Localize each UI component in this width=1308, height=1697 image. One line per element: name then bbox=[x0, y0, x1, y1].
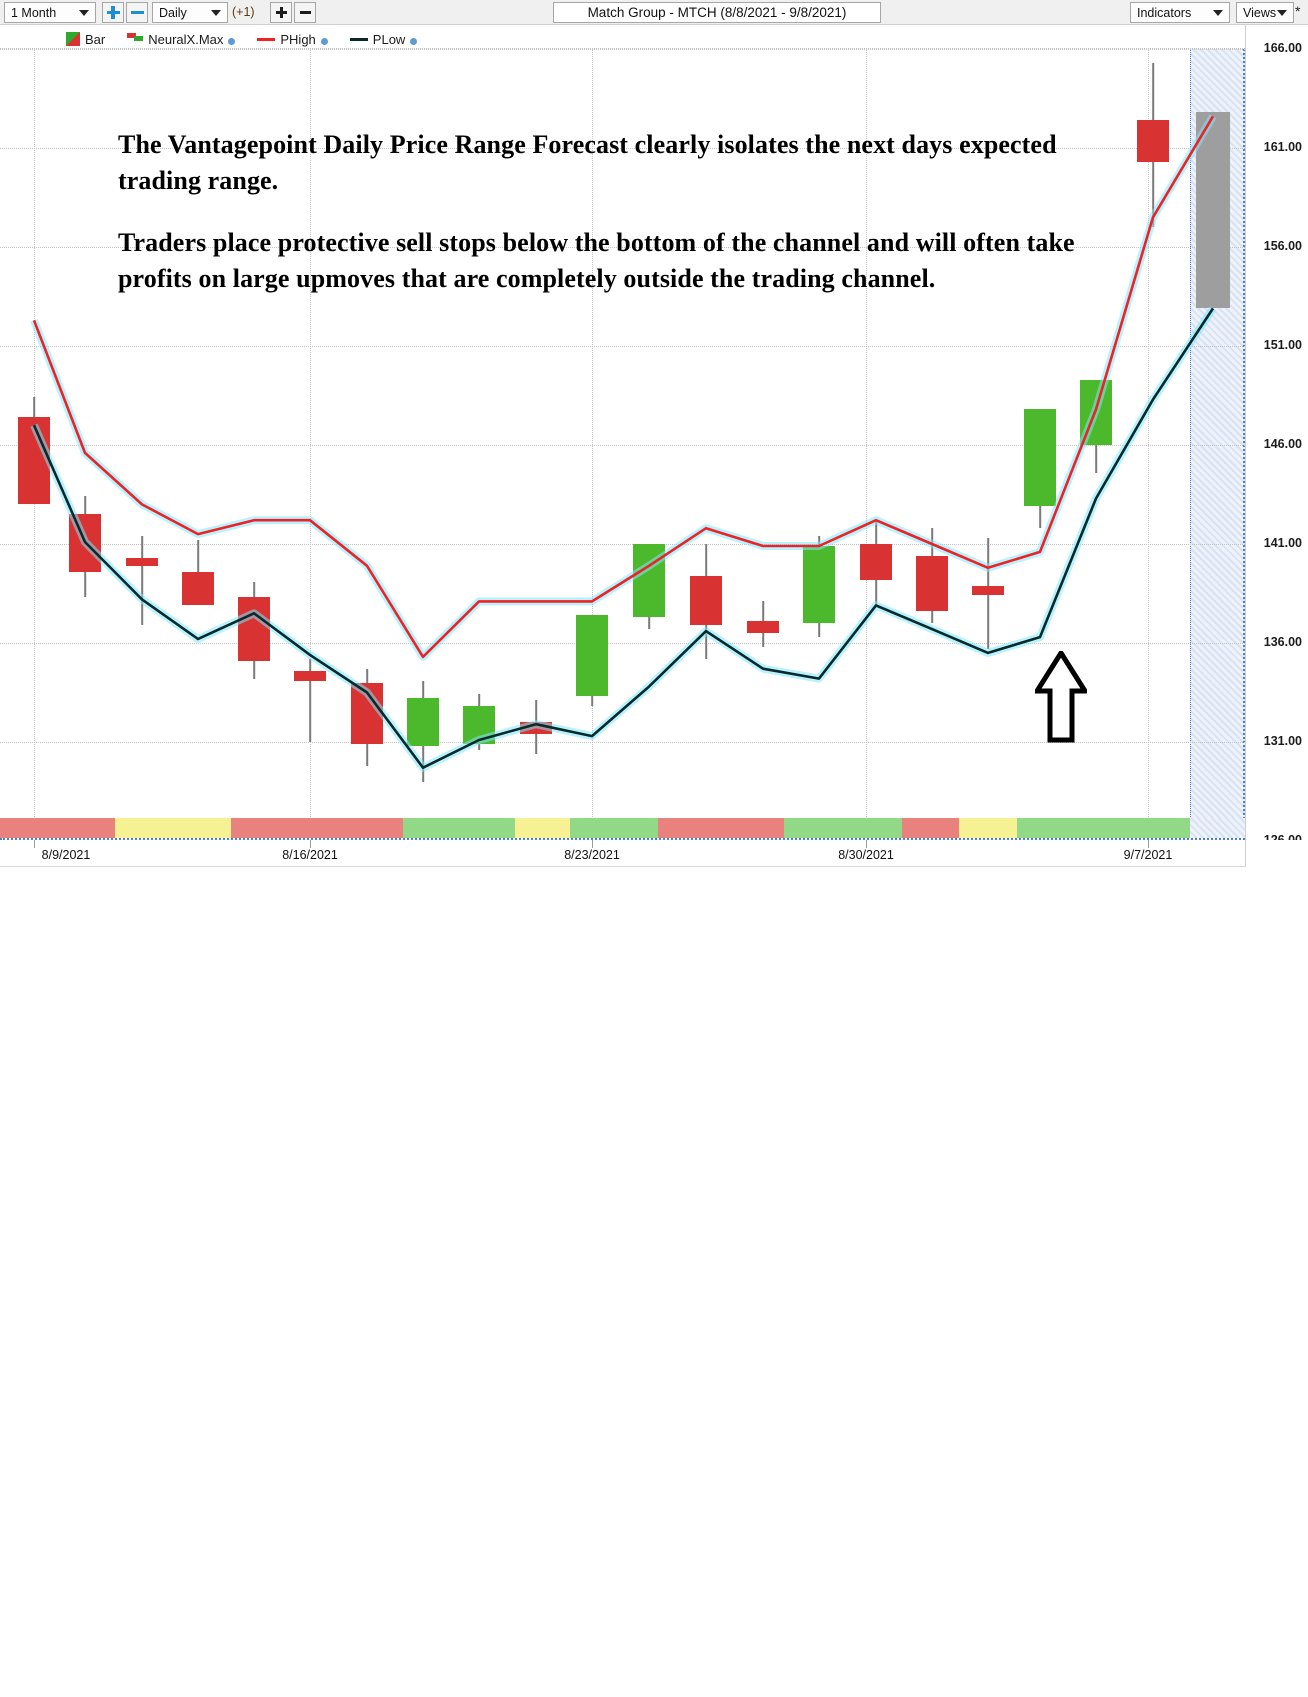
x-axis-tick-label: 8/23/2021 bbox=[564, 848, 620, 862]
x-axis-tick-mark bbox=[1148, 840, 1149, 848]
bar-swatch-icon bbox=[66, 32, 80, 46]
annotation-paragraph-2: Traders place protective sell stops belo… bbox=[118, 227, 1075, 293]
annotation-paragraph-1: The Vantagepoint Daily Price Range Forec… bbox=[118, 130, 1057, 195]
legend-status-dot-icon[interactable] bbox=[320, 37, 328, 45]
trend-strip-segment bbox=[515, 818, 570, 838]
trend-strip-segment bbox=[784, 818, 902, 838]
y-axis-tick-label: 146.00 bbox=[1263, 437, 1302, 451]
trend-strip-segment bbox=[403, 818, 515, 838]
y-axis[interactable]: 166.00 161.00 156.00 151.00 146.00 141.00 136.… bbox=[1245, 25, 1308, 847]
line-swatch-icon bbox=[257, 37, 276, 41]
legend-label: PLow bbox=[372, 31, 406, 47]
zoom-in-button[interactable] bbox=[102, 2, 124, 23]
legend-item-phigh[interactable]: PHigh bbox=[257, 31, 328, 47]
bar-remove-button[interactable] bbox=[294, 2, 316, 23]
indicators-dropdown[interactable]: Indicators bbox=[1130, 2, 1230, 23]
bar-add-button[interactable] bbox=[270, 2, 292, 23]
legend-label: NeuralX.Max bbox=[148, 31, 224, 47]
x-axis-tick-mark bbox=[592, 840, 593, 848]
trend-strip-segment bbox=[115, 818, 231, 838]
trend-strip-segment bbox=[959, 818, 1017, 838]
legend-item-plow[interactable]: PLow bbox=[349, 31, 418, 47]
y-axis-tick-label: 151.00 bbox=[1263, 338, 1302, 352]
range-select-value: 1 Month bbox=[11, 5, 57, 20]
chevron-down-icon bbox=[211, 9, 221, 16]
annotation-text: The Vantagepoint Daily Price Range Forec… bbox=[118, 127, 1078, 297]
x-axis-tick-mark bbox=[34, 840, 35, 848]
x-axis-tick-label: 8/30/2021 bbox=[838, 848, 894, 862]
zoom-out-button[interactable] bbox=[126, 2, 148, 23]
legend-status-dot-icon[interactable] bbox=[228, 37, 236, 45]
range-select[interactable]: 1 Month bbox=[4, 2, 96, 23]
toolbar: 1 Month Daily (+1) Match Group - MTCH (8… bbox=[0, 0, 1308, 25]
chart-plot-area[interactable]: The Vantagepoint Daily Price Range Forec… bbox=[0, 48, 1245, 818]
neuralx-swatch-icon bbox=[127, 33, 144, 45]
y-axis-tick-label: 161.00 bbox=[1263, 140, 1302, 154]
y-axis-tick-label: 136.00 bbox=[1263, 635, 1302, 649]
chevron-down-icon bbox=[1277, 9, 1287, 16]
trend-strip-segment bbox=[0, 818, 115, 838]
y-axis-tick-label: 131.00 bbox=[1263, 734, 1302, 748]
x-axis-tick-mark bbox=[866, 840, 867, 848]
line-swatch-icon bbox=[349, 37, 368, 41]
modified-indicator: * bbox=[1295, 3, 1301, 19]
y-axis-tick-label: 141.00 bbox=[1263, 536, 1302, 550]
legend-label: Bar bbox=[85, 31, 106, 47]
views-label: Views bbox=[1243, 5, 1277, 20]
trend-strip-segment bbox=[1190, 818, 1245, 838]
legend-status-dot-icon[interactable] bbox=[410, 37, 418, 45]
x-axis-tick-label: 8/9/2021 bbox=[41, 848, 91, 862]
chart-legend: Bar NeuralX.Max PHigh PLow bbox=[0, 30, 1245, 48]
y-axis-tick-label: 166.00 bbox=[1263, 41, 1302, 55]
trend-strip-segment bbox=[1017, 818, 1190, 838]
legend-label: PHigh bbox=[280, 31, 316, 47]
trend-strip-segment bbox=[231, 818, 403, 838]
trend-color-strip bbox=[0, 818, 1245, 840]
arrow-up-channel-breakout bbox=[1035, 651, 1087, 743]
trend-strip-segment bbox=[570, 818, 658, 838]
x-axis-tick-label: 9/7/2021 bbox=[1123, 848, 1173, 862]
chevron-down-icon bbox=[79, 9, 89, 16]
chevron-down-icon bbox=[1213, 9, 1223, 16]
y-axis-tick-label: 156.00 bbox=[1263, 239, 1302, 253]
interval-select[interactable]: Daily bbox=[152, 2, 228, 23]
axis-corner bbox=[1245, 840, 1308, 867]
legend-item-bar[interactable]: Bar bbox=[66, 32, 105, 47]
legend-item-neuralx-max[interactable]: NeuralX.Max bbox=[127, 31, 236, 47]
chart-title: Match Group - MTCH (8/8/2021 - 9/8/2021) bbox=[553, 2, 881, 23]
x-axis-tick-mark bbox=[310, 840, 311, 848]
trend-strip-segment bbox=[658, 818, 784, 838]
interval-select-value: Daily bbox=[159, 5, 187, 20]
x-axis[interactable]: 8/9/2021 8/16/2021 8/23/2021 8/30/2021 9/7/2… bbox=[0, 840, 1245, 867]
views-dropdown[interactable]: Views bbox=[1236, 2, 1294, 23]
offset-label: (+1) bbox=[232, 5, 255, 19]
indicators-label: Indicators bbox=[1137, 5, 1192, 20]
trend-strip-segment bbox=[902, 818, 959, 838]
x-axis-tick-label: 8/16/2021 bbox=[282, 848, 338, 862]
